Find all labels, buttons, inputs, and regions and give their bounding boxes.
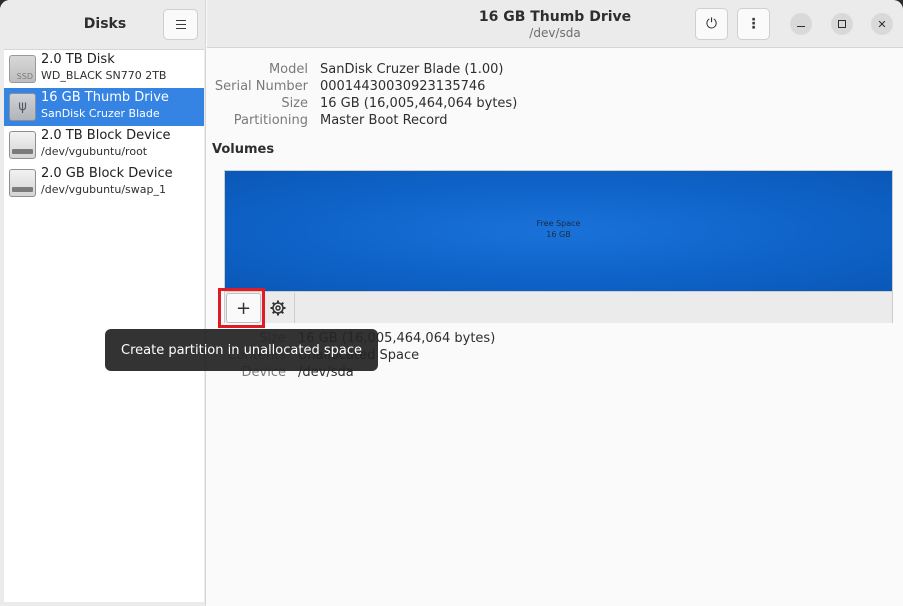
partition-options-button[interactable] — [261, 293, 295, 323]
volume-map: Free Space 16 GB + — [224, 170, 893, 323]
disk-model: WD_BLACK SN770 2TB — [41, 69, 167, 82]
block-device-icon — [9, 131, 36, 159]
disk-model: SanDisk Cruzer Blade — [41, 107, 160, 120]
free-space-segment[interactable]: Free Space 16 GB — [225, 171, 892, 291]
usb-drive-icon: ψ — [9, 93, 36, 121]
sidebar: Disks SSD 2.0 TB Disk WD_BLACK SN770 2TB… — [0, 0, 206, 606]
prop-value-serial: 00014430030923135746 — [320, 79, 486, 94]
disks-window: Disks SSD 2.0 TB Disk WD_BLACK SN770 2TB… — [0, 0, 903, 606]
ssd-icon: SSD — [9, 55, 36, 83]
minimize-button[interactable] — [790, 13, 812, 35]
power-icon: ⏻ — [705, 16, 718, 32]
prop-label-partitioning: Partitioning — [233, 113, 308, 128]
drive-details: Model SanDisk Cruzer Blade (1.00) Serial… — [207, 49, 903, 606]
header-bar: 16 GB Thumb Drive /dev/sda ⏻ ⋮ ✕ — [207, 0, 903, 48]
segment-label: Free Space — [536, 219, 581, 228]
more-options-icon: ⋮ — [746, 16, 761, 32]
disk-item-thumb-drive[interactable]: ψ 16 GB Thumb Drive SanDisk Cruzer Blade — [4, 88, 204, 126]
disk-name: 2.0 TB Block Device — [41, 128, 171, 143]
disk-name: 2.0 TB Disk — [41, 52, 115, 67]
maximize-button[interactable] — [831, 13, 853, 35]
disk-name: 2.0 GB Block Device — [41, 166, 173, 181]
maximize-icon — [838, 20, 846, 28]
prop-value-partitioning: Master Boot Record — [320, 113, 448, 128]
disk-item-swap-block-device[interactable]: 2.0 GB Block Device /dev/vgubuntu/swap_1 — [4, 164, 204, 202]
close-icon: ✕ — [877, 17, 887, 31]
hamburger-menu-icon — [175, 20, 186, 29]
minimize-icon — [797, 25, 805, 27]
segment-size: 16 GB — [546, 230, 571, 239]
prop-label-serial: Serial Number — [214, 79, 308, 94]
prop-value-model: SanDisk Cruzer Blade (1.00) — [320, 62, 504, 77]
disk-path: /dev/vgubuntu/root — [41, 145, 148, 158]
close-button[interactable]: ✕ — [871, 13, 893, 35]
prop-value-size: 16 GB (16,005,464,064 bytes) — [320, 96, 518, 111]
disk-list: SSD 2.0 TB Disk WD_BLACK SN770 2TB ψ 16 … — [4, 49, 204, 602]
power-off-button[interactable]: ⏻ — [695, 8, 728, 40]
disk-item-root-block-device[interactable]: 2.0 TB Block Device /dev/vgubuntu/root — [4, 126, 204, 164]
block-device-icon — [9, 169, 36, 197]
create-partition-tooltip: Create partition in unallocated space — [105, 329, 378, 371]
highlight-box — [218, 288, 265, 328]
prop-label-size: Size — [281, 96, 308, 111]
disk-path: /dev/vgubuntu/swap_1 — [41, 183, 167, 196]
volumes-heading: Volumes — [212, 142, 275, 157]
volume-toolbar: + — [225, 291, 892, 323]
disk-item-2tb-disk[interactable]: SSD 2.0 TB Disk WD_BLACK SN770 2TB — [4, 50, 204, 88]
prop-label-model: Model — [268, 62, 308, 77]
main-menu-button[interactable] — [163, 9, 198, 40]
sidebar-header: Disks — [0, 0, 205, 48]
disk-name: 16 GB Thumb Drive — [41, 90, 169, 105]
gear-icon — [270, 300, 285, 316]
drive-options-button[interactable]: ⋮ — [737, 8, 770, 40]
